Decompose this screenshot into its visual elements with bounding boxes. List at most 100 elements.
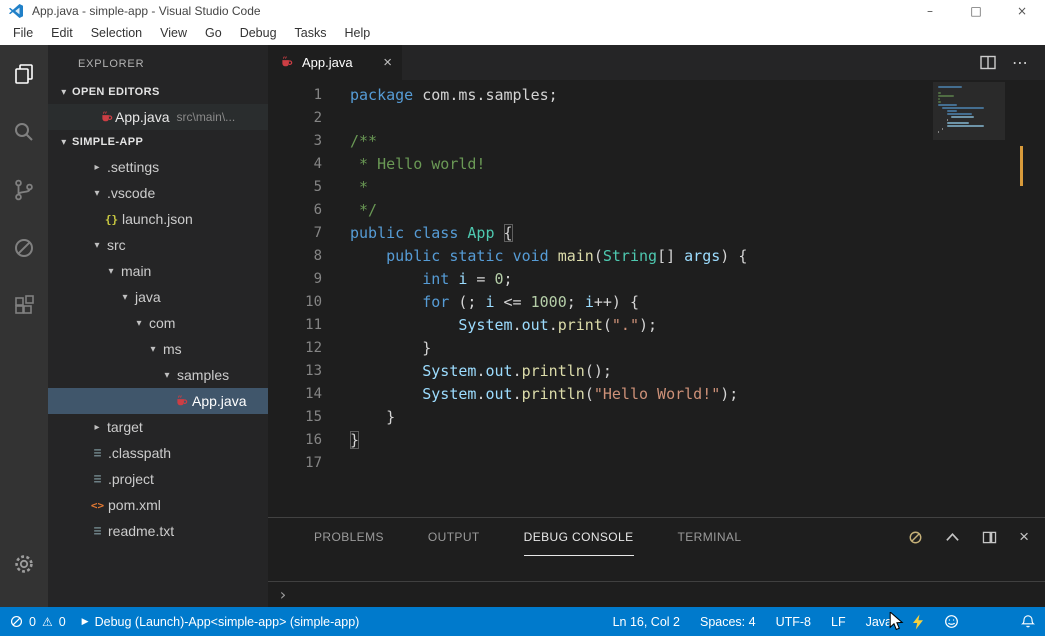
tree-item-project[interactable]: ≡.project bbox=[48, 466, 268, 492]
code-line[interactable]: 10 for (; i <= 1000; i++) { bbox=[268, 291, 1045, 314]
maximize-button[interactable]: □ bbox=[953, 0, 999, 22]
line-number[interactable]: 16 bbox=[268, 429, 322, 452]
java-file-icon bbox=[173, 394, 190, 409]
extensions-icon[interactable] bbox=[0, 277, 48, 335]
code-line[interactable]: 12 } bbox=[268, 337, 1045, 360]
minimize-button[interactable]: – bbox=[907, 0, 953, 22]
doc-file-icon: ≡ bbox=[89, 472, 106, 487]
line-number[interactable]: 2 bbox=[268, 107, 322, 130]
maximize-panel-chevron-icon[interactable] bbox=[945, 532, 960, 542]
code-line[interactable]: 11 System.out.print("."); bbox=[268, 314, 1045, 337]
tree-item-java[interactable]: ▾java bbox=[48, 284, 268, 310]
encoding-setting[interactable]: UTF-8 bbox=[776, 615, 811, 629]
search-icon[interactable] bbox=[0, 103, 48, 161]
project-root-header[interactable]: ▾ SIMPLE-APP bbox=[48, 130, 268, 154]
close-tab-icon[interactable]: × bbox=[383, 54, 392, 71]
tab-terminal[interactable]: TERMINAL bbox=[678, 518, 742, 556]
code-line[interactable]: 9 int i = 0; bbox=[268, 268, 1045, 291]
tree-item-launch-json[interactable]: {}launch.json bbox=[48, 206, 268, 232]
line-number[interactable]: 7 bbox=[268, 222, 322, 245]
clear-console-icon[interactable] bbox=[908, 530, 923, 545]
code-line[interactable]: 13 System.out.println(); bbox=[268, 360, 1045, 383]
minimap-line bbox=[947, 122, 969, 124]
minimap[interactable] bbox=[938, 86, 1000, 137]
menu-debug[interactable]: Debug bbox=[231, 22, 286, 45]
line-number[interactable]: 4 bbox=[268, 153, 322, 176]
code-line[interactable]: 3/** bbox=[268, 130, 1045, 153]
line-number[interactable]: 15 bbox=[268, 406, 322, 429]
tab-problems[interactable]: PROBLEMS bbox=[314, 518, 384, 556]
chevron-down-icon: ▾ bbox=[89, 188, 105, 199]
menu-go[interactable]: Go bbox=[196, 22, 231, 45]
code-line[interactable]: 15 } bbox=[268, 406, 1045, 429]
menu-selection[interactable]: Selection bbox=[82, 22, 151, 45]
chevron-right-icon: ▸ bbox=[89, 422, 105, 433]
line-number[interactable]: 6 bbox=[268, 199, 322, 222]
debug-icon[interactable] bbox=[0, 219, 48, 277]
chevron-down-icon: ▾ bbox=[117, 292, 133, 303]
tree-item-app-java[interactable]: App.java bbox=[48, 388, 268, 414]
tree-item-main[interactable]: ▾main bbox=[48, 258, 268, 284]
line-number[interactable]: 17 bbox=[268, 452, 322, 475]
code-line[interactable]: 6 */ bbox=[268, 199, 1045, 222]
line-number[interactable]: 9 bbox=[268, 268, 322, 291]
tree-item-pom-xml[interactable]: <>pom.xml bbox=[48, 492, 268, 518]
explorer-icon[interactable] bbox=[0, 45, 48, 103]
notifications-bell-icon[interactable] bbox=[1021, 614, 1035, 629]
line-number[interactable]: 13 bbox=[268, 360, 322, 383]
line-number[interactable]: 8 bbox=[268, 245, 322, 268]
debug-console-input[interactable]: › bbox=[268, 581, 1045, 607]
tree-item-vscode[interactable]: ▾.vscode bbox=[48, 180, 268, 206]
tab-app-java[interactable]: App.java × bbox=[268, 45, 402, 80]
tree-item-readme-txt[interactable]: ≡readme.txt bbox=[48, 518, 268, 544]
tab-debug-console[interactable]: DEBUG CONSOLE bbox=[524, 518, 634, 556]
feedback-smiley-icon[interactable] bbox=[944, 614, 959, 629]
code-editor[interactable]: 1package com.ms.samples;23/**4 * Hello w… bbox=[268, 80, 1045, 517]
code-line[interactable]: 4 * Hello world! bbox=[268, 153, 1045, 176]
open-editors-header[interactable]: ▾ OPEN EDITORS bbox=[48, 80, 268, 104]
eol-setting[interactable]: LF bbox=[831, 615, 846, 629]
line-number[interactable]: 14 bbox=[268, 383, 322, 406]
line-number[interactable]: 5 bbox=[268, 176, 322, 199]
menu-file[interactable]: File bbox=[4, 22, 42, 45]
code-line[interactable]: 7public class App { bbox=[268, 222, 1045, 245]
menu-help[interactable]: Help bbox=[336, 22, 380, 45]
code-line[interactable]: 1package com.ms.samples; bbox=[268, 84, 1045, 107]
debug-status[interactable]: ▶ Debug (Launch)-App<simple-app> (simple… bbox=[82, 615, 360, 629]
code-line[interactable]: 5 * bbox=[268, 176, 1045, 199]
line-number[interactable]: 1 bbox=[268, 84, 322, 107]
menu-tasks[interactable]: Tasks bbox=[286, 22, 336, 45]
line-number[interactable]: 12 bbox=[268, 337, 322, 360]
line-number[interactable]: 11 bbox=[268, 314, 322, 337]
vscode-logo-icon bbox=[8, 3, 24, 19]
problems-status[interactable]: 0 ⚠ 0 bbox=[10, 615, 66, 629]
tree-item-classpath[interactable]: ≡.classpath bbox=[48, 440, 268, 466]
tree-item-settings[interactable]: ▸.settings bbox=[48, 154, 268, 180]
more-actions-icon[interactable]: ⋯ bbox=[1012, 53, 1029, 73]
open-editor-item-app-java[interactable]: App.java src\main\... bbox=[48, 104, 268, 130]
tree-item-samples[interactable]: ▾samples bbox=[48, 362, 268, 388]
split-editor-icon[interactable] bbox=[980, 55, 996, 70]
code-line[interactable]: 8 public static void main(String[] args)… bbox=[268, 245, 1045, 268]
code-line[interactable]: 17 bbox=[268, 452, 1045, 475]
source-control-icon[interactable] bbox=[0, 161, 48, 219]
tree-item-target[interactable]: ▸target bbox=[48, 414, 268, 440]
toggle-panel-layout-icon[interactable] bbox=[982, 531, 997, 544]
tab-output[interactable]: OUTPUT bbox=[428, 518, 480, 556]
line-number[interactable]: 10 bbox=[268, 291, 322, 314]
indentation-setting[interactable]: Spaces: 4 bbox=[700, 615, 756, 629]
menu-view[interactable]: View bbox=[151, 22, 196, 45]
close-panel-icon[interactable]: × bbox=[1019, 527, 1029, 547]
close-window-button[interactable]: × bbox=[999, 0, 1045, 22]
menu-edit[interactable]: Edit bbox=[42, 22, 82, 45]
code-line[interactable]: 14 System.out.println("Hello World!"); bbox=[268, 383, 1045, 406]
settings-gear-icon[interactable] bbox=[0, 535, 48, 593]
tree-item-com[interactable]: ▾com bbox=[48, 310, 268, 336]
code-line[interactable]: 2 bbox=[268, 107, 1045, 130]
tree-item-src[interactable]: ▾src bbox=[48, 232, 268, 258]
cursor-position[interactable]: Ln 16, Col 2 bbox=[613, 615, 680, 629]
lightning-icon[interactable] bbox=[912, 614, 924, 630]
code-line[interactable]: 16} bbox=[268, 429, 1045, 452]
tree-item-ms[interactable]: ▾ms bbox=[48, 336, 268, 362]
line-number[interactable]: 3 bbox=[268, 130, 322, 153]
